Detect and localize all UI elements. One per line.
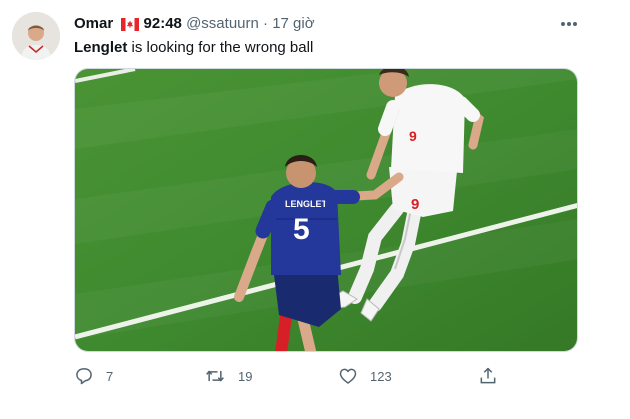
share-icon bbox=[480, 367, 496, 384]
author-name[interactable]: Omar bbox=[74, 15, 113, 32]
tweet-timestamp[interactable]: 17 giờ bbox=[272, 15, 314, 32]
retweet-icon bbox=[206, 370, 224, 382]
retweet-button[interactable]: 19 bbox=[204, 364, 252, 388]
reply-button[interactable]: 7 bbox=[74, 364, 113, 388]
like-count: 123 bbox=[370, 368, 392, 384]
tweet-text-rest: is looking for the wrong ball bbox=[127, 39, 314, 56]
more-dots-icon bbox=[561, 22, 577, 26]
avatar-image bbox=[12, 12, 60, 60]
heart-icon bbox=[339, 368, 357, 384]
swiss-shorts-number: 9 bbox=[411, 196, 419, 213]
canada-flag-icon bbox=[121, 17, 140, 37]
tweet: Omar 92:48 @ssatuurn · 17 giờ Lenglet is… bbox=[0, 0, 630, 419]
france-shirt-number: 5 bbox=[293, 213, 310, 246]
more-options-button[interactable] bbox=[553, 12, 585, 36]
france-player-name: LENGLET bbox=[285, 199, 328, 209]
swiss-shirt-number: 9 bbox=[409, 128, 417, 144]
tweet-media-photo[interactable]: 9 9 LENGLET 5 bbox=[74, 68, 578, 352]
tweet-text-bold: Lenglet bbox=[74, 39, 128, 56]
share-button[interactable] bbox=[478, 364, 498, 388]
author-handle[interactable]: @ssatuurn bbox=[186, 15, 259, 32]
retweet-count: 19 bbox=[238, 368, 253, 384]
reply-icon bbox=[76, 368, 92, 385]
reply-count: 7 bbox=[106, 368, 114, 384]
tweet-text: Lenglet is looking for the wrong ball bbox=[74, 38, 313, 58]
football-photo-icon: 9 9 LENGLET 5 bbox=[75, 69, 577, 351]
tweet-actions: 7 19 123 bbox=[74, 364, 514, 388]
avatar[interactable] bbox=[12, 12, 60, 60]
separator-dot: · bbox=[263, 15, 269, 32]
author-name-suffix: 92:48 bbox=[143, 15, 182, 32]
like-button[interactable]: 123 bbox=[338, 364, 392, 388]
tweet-header: Omar 92:48 @ssatuurn · 17 giờ bbox=[74, 14, 315, 37]
